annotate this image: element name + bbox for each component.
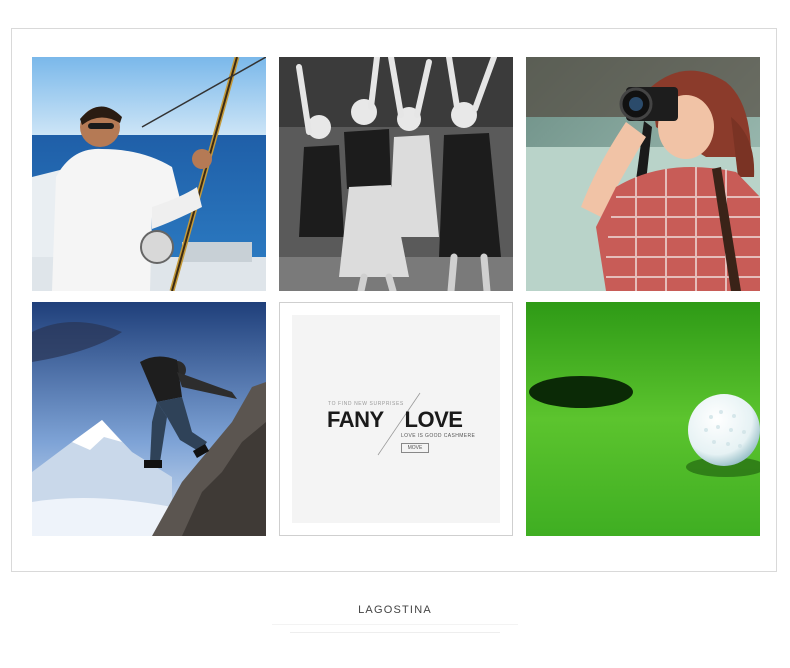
brand-name-right: LOVE xyxy=(404,407,463,432)
footer-divider-top xyxy=(272,624,518,625)
photo-fishing[interactable] xyxy=(32,57,266,291)
golf-photo-illustration xyxy=(526,302,760,536)
photo-photographer[interactable] xyxy=(526,57,760,291)
party-photo-illustration xyxy=(279,57,513,291)
fishing-photo-illustration xyxy=(32,57,266,291)
photo-golf[interactable] xyxy=(526,302,760,536)
climber-photo-illustration xyxy=(32,302,266,536)
photographer-photo-illustration xyxy=(526,57,760,291)
footer-divider-bottom xyxy=(290,632,500,633)
photo-climber[interactable] xyxy=(32,302,266,536)
brand-name: FANY LOVE xyxy=(327,407,463,433)
brand-move-button[interactable]: MOVE xyxy=(401,443,429,453)
brand-name-left: FANY xyxy=(327,407,384,432)
brand-card[interactable]: TO FIND NEW SURPRISES FANY LOVE LOVE IS … xyxy=(279,302,513,536)
footer-brand: LAGOSTINA xyxy=(358,604,432,616)
photo-party[interactable] xyxy=(279,57,513,291)
brand-subline: LOVE IS GOOD CASHMERE xyxy=(401,433,476,439)
page: TO FIND NEW SURPRISES FANY LOVE LOVE IS … xyxy=(0,0,790,668)
